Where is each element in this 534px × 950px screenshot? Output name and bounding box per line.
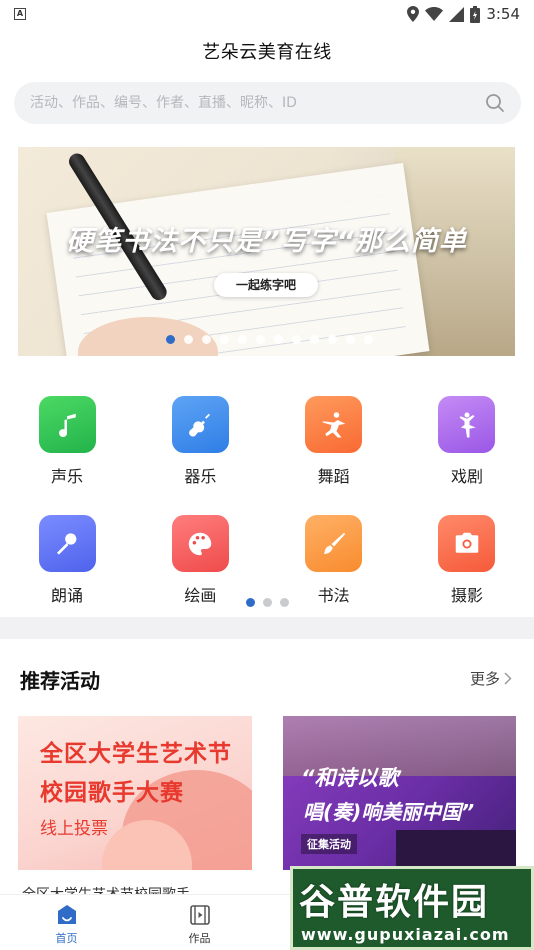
home-icon — [57, 905, 76, 924]
category-grid: 声乐 器乐 舞蹈 戏剧朗诵 绘画 书法 摄影 — [0, 396, 534, 634]
brush-icon — [305, 515, 363, 572]
banner-dot[interactable] — [238, 335, 247, 344]
tab-home[interactable]: 首页 — [0, 895, 133, 950]
activity-card-poetry[interactable]: “和诗以歌 唱(奏)响美丽中国” 征集活动 — [283, 716, 516, 870]
dancer-icon — [305, 396, 363, 453]
tab-works[interactable]: 作品 — [133, 895, 266, 950]
category-label: 器乐 — [184, 467, 217, 486]
category-item[interactable]: 摄影 — [438, 515, 496, 606]
microphone-icon — [38, 515, 96, 572]
card-piano-graphic — [396, 830, 516, 870]
category-label: 戏剧 — [450, 467, 483, 486]
category-pagination[interactable] — [246, 598, 289, 607]
category-item[interactable]: 书法 — [305, 515, 363, 606]
banner-dot[interactable] — [184, 335, 193, 344]
status-bar: A 3:54 — [0, 0, 534, 28]
card-title-line1: “和诗以歌 — [301, 766, 399, 790]
banner-dot[interactable] — [346, 335, 355, 344]
category-page-dot[interactable] — [263, 598, 272, 607]
watermark-logo: 谷普软件园 www.gupuxiazai.com — [290, 866, 534, 950]
banner-dot[interactable] — [274, 335, 283, 344]
banner-carousel[interactable]: 硬笔书法不只是”写字“那么简单 一起练字吧 — [18, 147, 515, 356]
more-label: 更多 — [469, 670, 500, 688]
category-row: 朗诵 绘画 书法 摄影 — [0, 515, 534, 606]
banner-dot[interactable] — [310, 335, 319, 344]
notification-a-icon: A — [14, 8, 26, 20]
banner-dot[interactable] — [292, 335, 301, 344]
banner-headline: 硬笔书法不只是”写字“那么简单 — [66, 226, 467, 257]
card-title-line1: 全区大学生艺术节 — [40, 741, 232, 767]
section-divider — [0, 617, 534, 639]
card-title-line2: 校园歌手大赛 — [40, 780, 184, 806]
tab-label: 首页 — [55, 932, 78, 945]
status-icons: 3:54 — [407, 5, 520, 23]
category-item[interactable]: 戏剧 — [438, 396, 496, 487]
banner-pagination[interactable] — [166, 335, 373, 344]
watermark-text: 谷普软件园 — [299, 882, 490, 923]
category-label: 声乐 — [50, 467, 83, 486]
guitar-icon — [171, 396, 229, 453]
category-row: 声乐 器乐 舞蹈 戏剧 — [0, 396, 534, 487]
status-time: 3:54 — [486, 5, 520, 23]
music-note-icon — [38, 396, 96, 453]
banner-dot[interactable] — [328, 335, 337, 344]
category-label: 舞蹈 — [317, 467, 350, 486]
banner-dot[interactable] — [256, 335, 265, 344]
section-title-recommended: 推荐活动 — [20, 669, 100, 693]
signal-icon — [449, 6, 465, 22]
category-label: 绘画 — [184, 586, 217, 605]
category-item[interactable]: 舞蹈 — [305, 396, 363, 487]
activity-card-singer[interactable]: 全区大学生艺术节 校园歌手大赛 线上投票 — [18, 716, 252, 870]
banner-dot[interactable] — [220, 335, 229, 344]
category-item[interactable]: 器乐 — [171, 396, 229, 487]
camera-icon — [438, 515, 496, 572]
category-label: 摄影 — [450, 586, 483, 605]
palette-icon — [171, 515, 229, 572]
card-caption: 全区大学生艺术节校园歌手 — [22, 884, 252, 894]
category-label: 书法 — [317, 586, 350, 605]
chevron-right-icon — [504, 672, 512, 685]
banner-dot[interactable] — [202, 335, 211, 344]
banner-dot[interactable] — [166, 335, 175, 344]
banner-dot[interactable] — [364, 335, 373, 344]
watermark-url: www.gupuxiazai.com — [301, 925, 510, 944]
card-badge: 征集活动 — [301, 834, 357, 854]
battery-icon — [470, 5, 481, 23]
category-page-dot[interactable] — [280, 598, 289, 607]
category-label: 朗诵 — [50, 586, 83, 605]
category-page-dot[interactable] — [246, 598, 255, 607]
category-item[interactable]: 朗诵 — [38, 515, 96, 606]
search-bar[interactable] — [14, 82, 521, 124]
app-title: 艺朵云美育在线 — [202, 42, 332, 63]
ballet-icon — [438, 396, 496, 453]
location-icon — [407, 6, 420, 22]
tab-label: 作品 — [188, 932, 211, 945]
category-item[interactable]: 声乐 — [38, 396, 96, 487]
video-icon — [189, 905, 210, 925]
card-subtitle: 线上投票 — [40, 819, 108, 839]
search-input[interactable] — [30, 95, 485, 111]
card-title-line2: 唱(奏)响美丽中国” — [303, 800, 475, 824]
more-link[interactable]: 更多 — [470, 668, 512, 689]
wifi-icon — [425, 7, 444, 21]
banner-pill: 一起练字吧 — [214, 273, 318, 297]
category-item[interactable]: 绘画 — [171, 515, 229, 606]
search-icon[interactable] — [485, 93, 505, 113]
